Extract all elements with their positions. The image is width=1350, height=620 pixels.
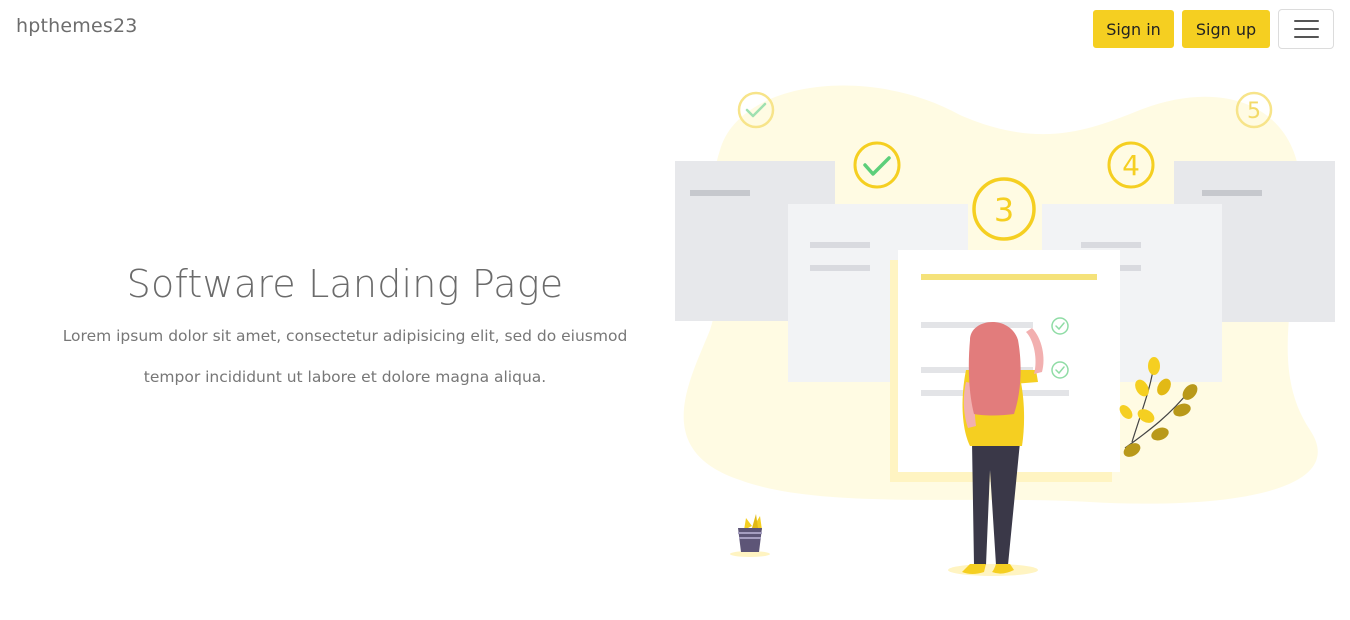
sign-up-button[interactable]: Sign up xyxy=(1182,10,1270,48)
step-three-label: 3 xyxy=(994,191,1014,229)
navbar: hpthemes23 Sign in Sign up xyxy=(0,0,1350,56)
hamburger-icon-bar xyxy=(1293,36,1319,38)
hero-title: Software Landing Page xyxy=(126,262,564,306)
check-circle-medium-icon xyxy=(853,141,901,189)
hero-illustration: 5 4 3 xyxy=(675,85,1335,576)
step-three-circle-icon: 3 xyxy=(972,177,1036,241)
hamburger-menu-button[interactable] xyxy=(1278,9,1334,49)
hero-description: Lorem ipsum dolor sit amet, consectetur … xyxy=(62,327,628,386)
brand-logo[interactable]: hpthemes23 xyxy=(16,15,138,37)
nav-actions: Sign in Sign up xyxy=(1093,9,1334,49)
step-four-circle-icon: 4 xyxy=(1107,141,1155,189)
plant-pot-icon xyxy=(730,514,770,557)
hero-section: Software Landing Page Lorem ipsum dolor … xyxy=(40,262,650,398)
landing-page: hpthemes23 Sign in Sign up Software Land… xyxy=(0,0,1350,620)
hamburger-icon xyxy=(1293,20,1319,22)
step-five-label: 5 xyxy=(1247,99,1261,124)
sign-in-button[interactable]: Sign in xyxy=(1093,10,1174,48)
hamburger-icon-bar xyxy=(1293,28,1319,30)
step-four-label: 4 xyxy=(1122,149,1140,182)
